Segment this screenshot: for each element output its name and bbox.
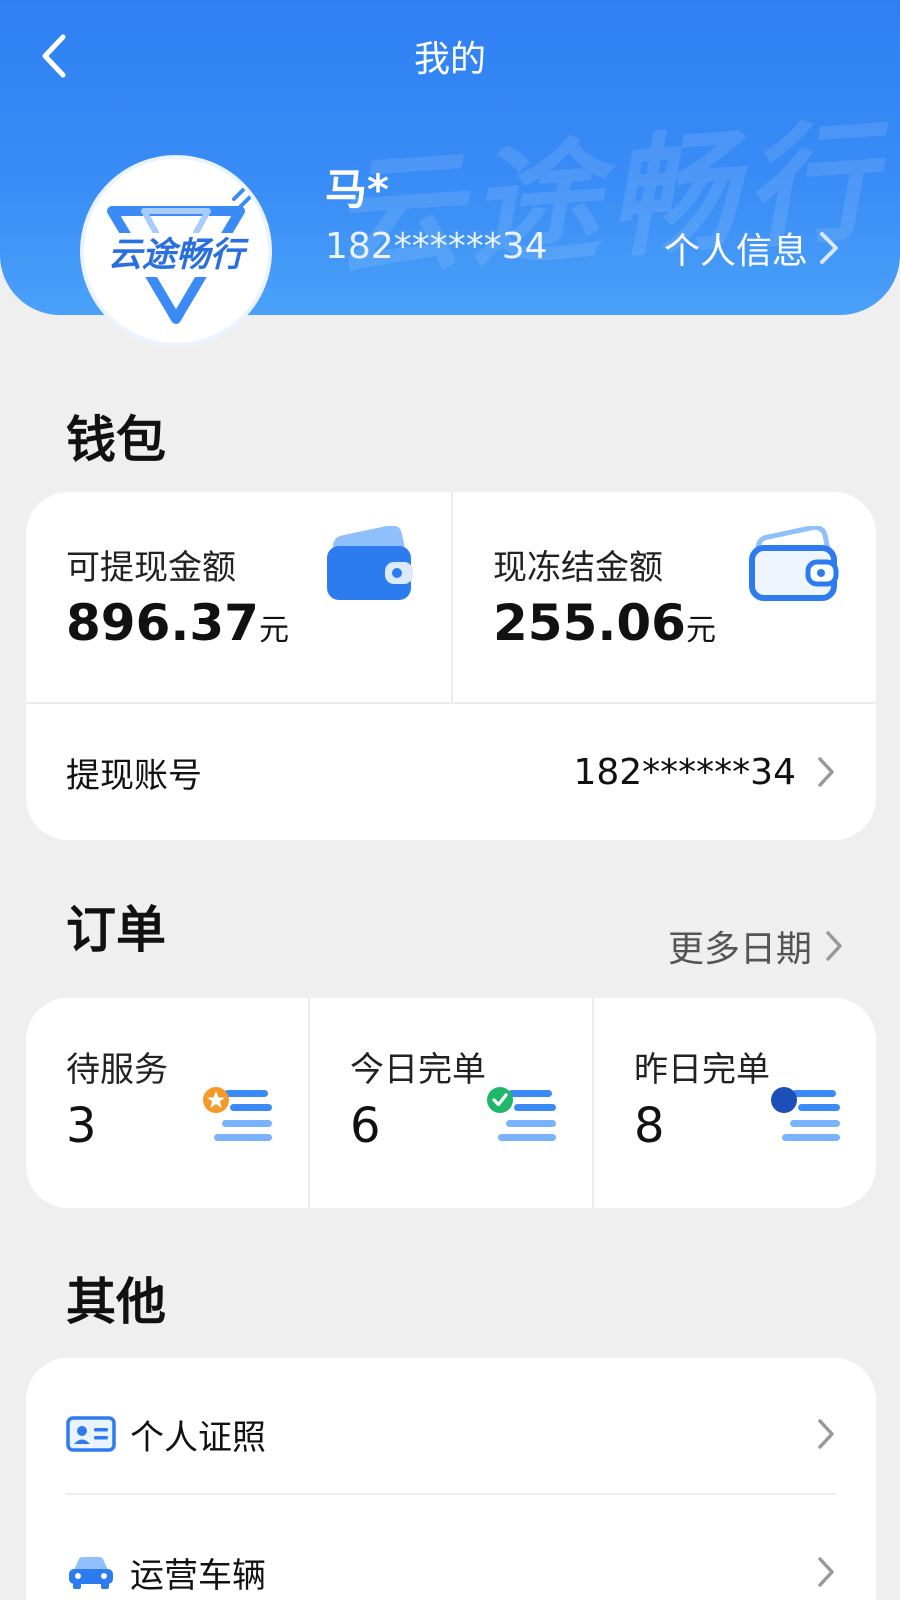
withdrawable-amount: 896.37元 (66, 594, 289, 652)
withdraw-account-row[interactable]: 提现账号 182******34 (26, 702, 876, 840)
today-orders-label: 今日完单 (350, 1050, 486, 1090)
today-orders-cell[interactable]: 今日完单 6 (308, 998, 592, 1208)
pending-list-icon (202, 1082, 276, 1152)
wallet-section-title: 钱包 (66, 411, 166, 469)
wallet-outline-icon (746, 524, 842, 608)
check-list-icon (486, 1082, 560, 1152)
chevron-right-icon (818, 757, 834, 787)
withdraw-account-value: 182******34 (573, 751, 796, 793)
brand-logo-icon: 云途畅行 (98, 187, 254, 324)
operating-vehicle-row[interactable]: 运营车辆 (66, 1504, 836, 1600)
today-orders-count: 6 (350, 1098, 381, 1154)
dot-list-icon (770, 1082, 844, 1152)
wallet-icon (321, 525, 417, 608)
more-dates-link[interactable]: 更多日期 (668, 920, 844, 972)
profile-info-link[interactable]: 个人信息 (664, 222, 840, 274)
personal-license-label: 个人证照 (130, 1417, 266, 1458)
wallet-card: 可提现金额 896.37元 现冻结金额 255.06元 提现账号 182****… (26, 492, 876, 840)
withdrawable-label: 可提现金额 (66, 548, 236, 588)
yesterday-orders-label: 昨日完单 (634, 1050, 770, 1090)
withdraw-account-label: 提现账号 (66, 755, 202, 796)
orders-section-title: 订单 (66, 901, 166, 959)
orders-card: 待服务 3 今日完单 6 昨日完单 8 (26, 998, 876, 1208)
pending-orders-label: 待服务 (66, 1050, 168, 1090)
profile-info-label: 个人信息 (663, 231, 808, 272)
id-card-icon (66, 1416, 116, 1452)
user-phone: 182******34 (325, 226, 548, 267)
other-section-title: 其他 (66, 1273, 166, 1331)
yesterday-orders-cell[interactable]: 昨日完单 8 (592, 998, 876, 1208)
frozen-amount-cell[interactable]: 现冻结金额 255.06元 (451, 492, 876, 702)
withdrawable-amount-cell[interactable]: 可提现金额 896.37元 (26, 492, 451, 702)
chevron-right-icon (826, 931, 842, 961)
user-name: 马* (325, 165, 389, 214)
pending-orders-count: 3 (66, 1098, 97, 1154)
chevron-right-icon (820, 232, 838, 264)
chevron-right-icon (818, 1557, 834, 1587)
chevron-right-icon (818, 1419, 834, 1449)
other-card: 个人证照 运营车辆 (26, 1358, 876, 1600)
more-dates-label: 更多日期 (667, 929, 812, 970)
personal-license-row[interactable]: 个人证照 (66, 1366, 836, 1502)
pending-orders-cell[interactable]: 待服务 3 (26, 998, 308, 1208)
avatar[interactable]: 云途畅行 (80, 155, 272, 347)
frozen-amount: 255.06元 (493, 594, 716, 652)
frozen-label: 现冻结金额 (493, 548, 663, 588)
car-icon (69, 1557, 113, 1589)
row-divider (66, 1493, 836, 1495)
page-title: 我的 (413, 39, 486, 80)
brand-logo-text: 云途畅行 (108, 235, 249, 275)
yesterday-orders-count: 8 (634, 1098, 665, 1154)
operating-vehicle-label: 运营车辆 (130, 1555, 266, 1596)
